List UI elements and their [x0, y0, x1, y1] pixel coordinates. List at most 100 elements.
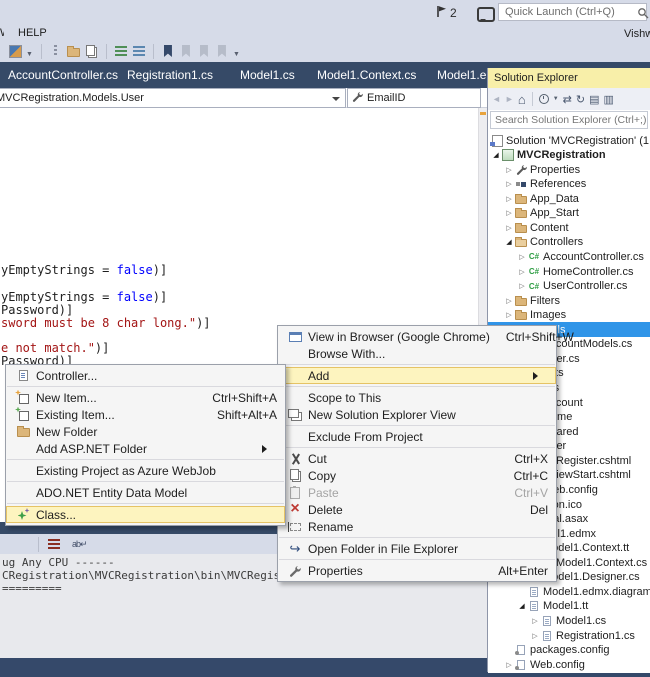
- tree-item-references[interactable]: ▷References: [488, 177, 650, 192]
- menu-item-exclude-from-project[interactable]: Exclude From Project: [278, 428, 556, 445]
- clear-all-icon[interactable]: [48, 539, 60, 549]
- expand-arrow-icon[interactable]: ▷: [504, 180, 514, 188]
- tree-item-packages-config[interactable]: packages.config: [488, 643, 650, 658]
- drag-handle[interactable]: [48, 43, 64, 59]
- tree-item-app-start[interactable]: ▷App_Start: [488, 206, 650, 221]
- forward-icon[interactable]: ►: [505, 94, 514, 104]
- collapse-arrow-icon[interactable]: ◢: [491, 151, 501, 159]
- menu-item-properties[interactable]: PropertiesAlt+Enter: [278, 562, 556, 579]
- expand-arrow-icon[interactable]: ▷: [504, 297, 514, 305]
- menu-separator: [279, 537, 555, 538]
- document-copy-icon[interactable]: [84, 43, 100, 59]
- tree-item-content[interactable]: ▷Content: [488, 220, 650, 235]
- outdent-icon[interactable]: [131, 43, 147, 59]
- tree-item-properties[interactable]: ▷Properties: [488, 162, 650, 177]
- expand-arrow-icon[interactable]: ▷: [504, 209, 514, 217]
- home-icon[interactable]: ⌂: [518, 92, 526, 107]
- menu-item-open-folder-in-file-explorer[interactable]: ↪Open Folder in File Explorer: [278, 540, 556, 557]
- menu-item-delete[interactable]: ×DeleteDel: [278, 501, 556, 518]
- tree-item-accountcontroller-cs[interactable]: ▷C#AccountController.cs: [488, 249, 650, 264]
- menu-item-browse-with[interactable]: Browse With...: [278, 345, 556, 362]
- signed-in-user[interactable]: Vishw: [624, 28, 650, 40]
- overflow-chevron-icon[interactable]: ▼: [233, 51, 240, 58]
- notifications-flag-icon[interactable]: [436, 5, 447, 21]
- tab-accountcontroller-cs[interactable]: AccountController.cs: [8, 62, 118, 88]
- tab-registration1-cs[interactable]: Registration1.cs: [127, 62, 213, 88]
- menu-item-scope-to-this[interactable]: Scope to This: [278, 389, 556, 406]
- tree-item-web-config[interactable]: ▷Web.config: [488, 657, 650, 672]
- menu-item-controller[interactable]: Controller...: [6, 367, 285, 384]
- tree-item-homecontroller-cs[interactable]: ▷C#HomeController.cs: [488, 264, 650, 279]
- next-bookmark-icon[interactable]: [196, 43, 212, 59]
- menu-item-new-item[interactable]: New Item...Ctrl+Shift+A: [6, 389, 285, 406]
- type-dropdown[interactable]: MVCRegistration.Models.User: [0, 88, 346, 108]
- solution-explorer-search-input[interactable]: Search Solution Explorer (Ctrl+;): [490, 111, 648, 129]
- menu-item-existing-project-as-azure-webjob[interactable]: Existing Project as Azure WebJob: [6, 462, 285, 479]
- chevron-down-icon[interactable]: ▼: [553, 96, 559, 102]
- solution-explorer-title[interactable]: Solution Explorer: [488, 68, 650, 88]
- tree-item-controllers[interactable]: ◢Controllers: [488, 235, 650, 250]
- refresh-icon[interactable]: ↻: [576, 93, 585, 106]
- prev-bookmark-icon[interactable]: [178, 43, 194, 59]
- collapse-all-icon[interactable]: ▤: [589, 93, 599, 106]
- tab-model1-cs[interactable]: Model1.cs: [240, 62, 295, 88]
- menu-item-rename[interactable]: Rename: [278, 518, 556, 535]
- properties-page-icon[interactable]: ▥: [604, 93, 614, 106]
- tree-item-registration1-cs[interactable]: ▷Registration1.cs: [488, 628, 650, 643]
- menu-item-class[interactable]: Class...: [6, 506, 285, 523]
- expand-arrow-icon[interactable]: ▷: [517, 268, 527, 276]
- expand-arrow-icon[interactable]: ▷: [517, 282, 527, 290]
- collapse-arrow-icon[interactable]: ◢: [504, 238, 514, 246]
- collapse-arrow-icon[interactable]: ◢: [517, 602, 527, 610]
- menu-item-existing-item[interactable]: Existing Item...Shift+Alt+A: [6, 406, 285, 423]
- menu-item-new-folder[interactable]: New Folder: [6, 423, 285, 440]
- expand-arrow-icon[interactable]: ▷: [517, 253, 527, 261]
- solution-icon: [492, 135, 503, 147]
- menu-item-copy[interactable]: CopyCtrl+C: [278, 467, 556, 484]
- expand-arrow-icon[interactable]: ▷: [530, 617, 540, 625]
- sync-with-active-document-icon[interactable]: ⇄: [563, 93, 572, 106]
- menu-item-cut[interactable]: CutCtrl+X: [278, 450, 556, 467]
- menu-item-add-asp-net-folder[interactable]: Add ASP.NET Folder: [6, 440, 285, 457]
- pending-changes-filter-icon[interactable]: [539, 94, 549, 104]
- word-wrap-icon[interactable]: ab↵: [72, 539, 87, 550]
- expand-arrow-icon[interactable]: ▷: [530, 632, 540, 640]
- output-line: =========: [2, 582, 62, 595]
- expand-arrow-icon[interactable]: ▷: [504, 311, 514, 319]
- menu-item-help[interactable]: HELP: [18, 27, 47, 39]
- clear-bookmarks-icon[interactable]: [214, 43, 230, 59]
- indent-icon[interactable]: [113, 43, 129, 59]
- back-icon[interactable]: ◄: [492, 94, 501, 104]
- tree-item-mvcregistration[interactable]: ◢MVCRegistration: [488, 148, 650, 163]
- menu-item-new-solution-explorer-view[interactable]: New Solution Explorer View: [278, 406, 556, 423]
- expand-arrow-icon[interactable]: ▷: [504, 166, 514, 174]
- menu-item-paste[interactable]: PasteCtrl+V: [278, 484, 556, 501]
- menu-item-ado-net-entity-data-model[interactable]: ADO.NET Entity Data Model: [6, 484, 285, 501]
- menu-item-view-in-browser-google-chrome[interactable]: View in Browser (Google Chrome)Ctrl+Shif…: [278, 328, 556, 345]
- menu-item-partial[interactable]: W: [0, 27, 4, 39]
- menu-item-add[interactable]: Add: [278, 367, 556, 384]
- extension-icon[interactable]: [7, 43, 23, 59]
- folder-icon: [515, 225, 527, 233]
- tree-item-filters[interactable]: ▷Filters: [488, 293, 650, 308]
- tree-item-model1-cs[interactable]: ▷Model1.cs: [488, 613, 650, 628]
- chevron-down-icon[interactable]: ▼: [26, 51, 33, 58]
- quick-launch-input[interactable]: Quick Launch (Ctrl+Q): [498, 3, 647, 21]
- member-dropdown[interactable]: EmailID: [347, 88, 481, 108]
- tree-item-app-data[interactable]: ▷App_Data: [488, 191, 650, 206]
- expand-arrow-icon[interactable]: ▷: [504, 661, 514, 669]
- feedback-icon[interactable]: [477, 7, 495, 22]
- expand-arrow-icon[interactable]: ▷: [504, 224, 514, 232]
- tree-item-usercontroller-cs[interactable]: ▷C#UserController.cs: [488, 279, 650, 294]
- tree-item-solution-mvcregistration-1-pro[interactable]: Solution 'MVCRegistration' (1 pro: [488, 133, 650, 148]
- tt-file-icon: [543, 631, 551, 641]
- tab-model1-e[interactable]: Model1.e: [437, 62, 486, 88]
- expand-arrow-icon[interactable]: ▷: [504, 195, 514, 203]
- tree-item-model1-tt[interactable]: ◢Model1.tt: [488, 599, 650, 614]
- notifications-count[interactable]: 2: [450, 6, 457, 20]
- tree-item-images[interactable]: ▷Images: [488, 308, 650, 323]
- new-folder-icon[interactable]: [66, 43, 82, 59]
- bookmark-icon[interactable]: [160, 43, 176, 59]
- tree-item-model1-edmx-diagram[interactable]: Model1.edmx.diagram: [488, 584, 650, 599]
- tab-model1-context-cs[interactable]: Model1.Context.cs: [317, 62, 416, 88]
